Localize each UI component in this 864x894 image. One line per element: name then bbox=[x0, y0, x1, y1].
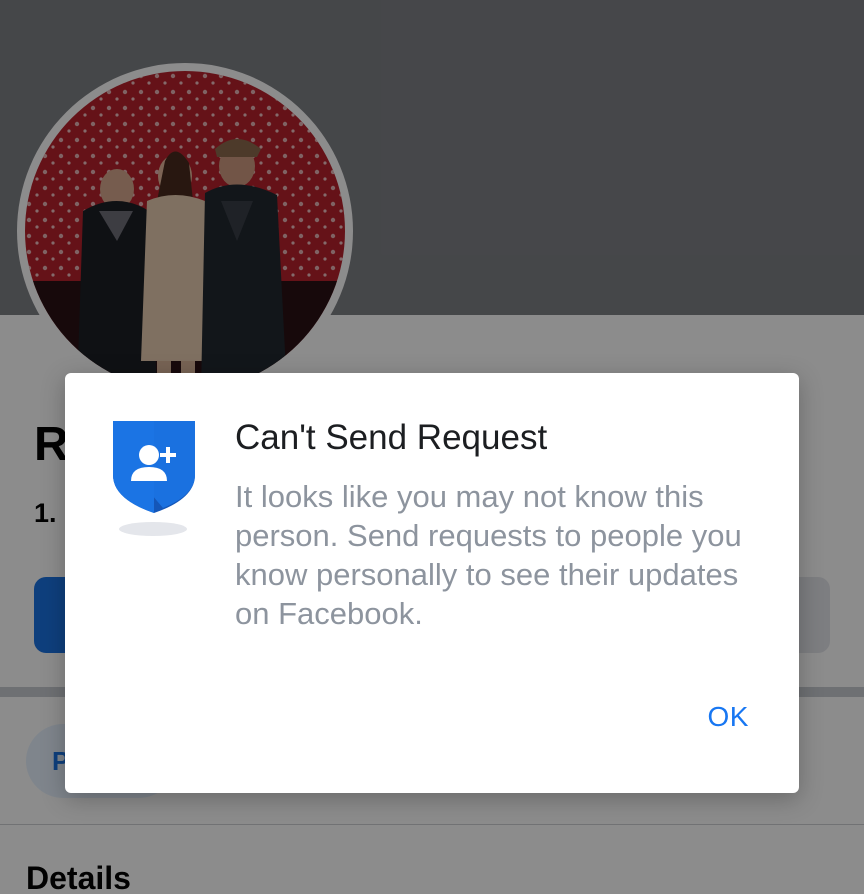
dialog-title: Can't Send Request bbox=[235, 418, 548, 457]
dialog-message: It looks like you may not know this pers… bbox=[235, 479, 742, 631]
ok-button[interactable]: OK bbox=[708, 703, 749, 731]
profile-screen: R 1. P Details Can't Send Request It loo… bbox=[0, 0, 864, 894]
cant-send-request-dialog: Can't Send Request It looks like you may… bbox=[65, 373, 799, 793]
add-friend-shield-icon bbox=[111, 419, 199, 543]
